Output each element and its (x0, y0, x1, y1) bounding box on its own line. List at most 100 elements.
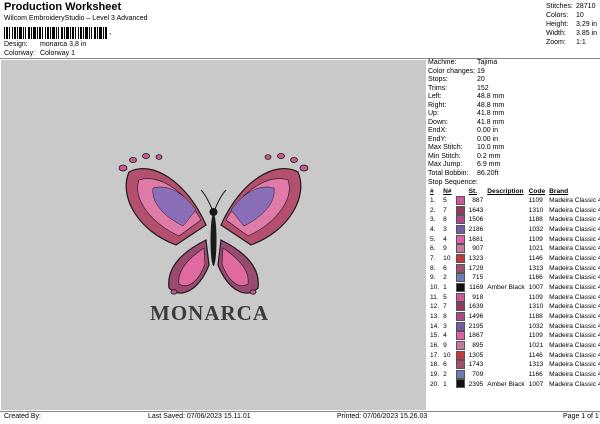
thread-code: 1166 (528, 274, 543, 282)
table-row: 18. 6 1743 1313 Madeira Classic 40 (428, 360, 600, 370)
needle-number: 10 (443, 351, 451, 359)
thread-description (485, 370, 526, 380)
needle-number: 1 (443, 284, 447, 292)
stop-number: 17. (430, 351, 440, 359)
color-swatch (454, 350, 467, 361)
column-header (454, 187, 467, 196)
thread-brand: Madeira Classic 40 (549, 332, 600, 340)
thread-color-swatch (455, 224, 465, 234)
stitch-count: 1743 (468, 361, 484, 369)
spec-row: Color changes: 19 (428, 67, 485, 75)
color-swatch (454, 321, 467, 332)
table-row: 14. 3 2195 1032 Madeira Classic 40 (428, 321, 600, 332)
thread-code: 1188 (528, 313, 543, 320)
thread-code: 1109 (528, 197, 543, 205)
colorway-row: Colorway: Colorway 1 (4, 50, 75, 57)
spec-row: Min Stitch: 0.2 mm (428, 152, 501, 160)
thread-brand: Madeira Classic 40 (549, 293, 600, 301)
design-preview (1, 60, 426, 410)
thread-description: Amber Black (487, 380, 525, 388)
needle-number: 2 (443, 274, 447, 282)
needle-number: 5 (443, 293, 447, 301)
thread-description (485, 235, 526, 245)
thread-description (485, 331, 526, 341)
spec-row: Right: 48.8 mm (428, 101, 505, 109)
thread-description (485, 215, 526, 225)
worksheet-title: Production Worksheet (4, 1, 122, 13)
stop-sequence-table: # N# St. Description Code Brand 1. 5 887 11… (428, 187, 600, 389)
stitch-count: 2395 (468, 380, 484, 388)
thread-color-swatch (455, 253, 465, 263)
color-swatch (454, 369, 467, 380)
stitch-count: 1506 (468, 216, 484, 224)
stitch-count: 1729 (468, 264, 484, 272)
stop-number: 16. (430, 341, 440, 349)
thread-description (485, 225, 526, 235)
needle-number: 7 (443, 303, 447, 311)
needle-number: 6 (443, 264, 447, 272)
design-text: MONARCA (150, 301, 269, 325)
thread-code: 1146 (528, 255, 543, 263)
thread-code: 1109 (528, 332, 543, 340)
thread-description (485, 360, 526, 370)
barcode (4, 27, 107, 39)
summary-row: Colors: 10 (546, 12, 584, 19)
table-row: 15. 4 1867 1109 Madeira Classic 40 (428, 331, 600, 341)
stop-number: 11. (430, 293, 439, 301)
thread-code: 1007 (528, 380, 544, 388)
thread-code: 1166 (528, 370, 543, 378)
thread-brand: Madeira Classic 40 (549, 370, 600, 378)
stop-number: 18. (430, 361, 440, 369)
table-row: 4. 3 2186 1032 Madeira Classic 40 (428, 224, 600, 235)
design-summary: Stitches: 28710 Colors: 10 Height: 3.29 in … (546, 2, 597, 47)
thread-description (485, 273, 526, 283)
info-panel: Machine: Tajima Color changes: 19 Stops: 20… (428, 59, 600, 389)
needle-number: 1 (443, 380, 447, 388)
thread-brand: Madeira Classic 40 (549, 341, 600, 349)
table-row: 2. 7 1643 1310 Madeira Classic 40 (428, 205, 600, 216)
stop-number: 8. (430, 264, 436, 272)
table-row: 1. 5 887 1109 Madeira Classic 40 (428, 196, 600, 206)
thread-brand: Madeira Classic 40 (549, 235, 600, 243)
thread-color-swatch (455, 273, 465, 283)
thread-color-swatch (455, 244, 465, 254)
spec-row: Up: 41.8 mm (428, 110, 505, 117)
thread-brand: Madeira Classic 40 (549, 264, 600, 272)
spec-row: Machine: Tajima (428, 59, 498, 66)
needle-number: 3 (443, 322, 447, 330)
table-row: 17. 10 1305 1146 Madeira Classic 40 (428, 350, 600, 361)
thread-description (485, 264, 526, 274)
thread-brand: Madeira Classic 40 (549, 226, 600, 234)
thread-description (485, 206, 526, 216)
software-name: Wilcom EmbroideryStudio – Level 3 Advanc… (4, 15, 148, 22)
thread-code: 1007 (528, 284, 544, 292)
thread-description (485, 302, 526, 312)
stop-number: 12. (430, 303, 440, 311)
color-swatch (454, 379, 467, 389)
colorway-value: Colorway 1 (39, 50, 75, 57)
spec-row: Down: 41.8 mm (428, 118, 505, 126)
colorway-label: Colorway: (4, 50, 36, 57)
thread-code: 1313 (528, 264, 544, 272)
color-swatch (454, 282, 467, 293)
needle-number: 5 (443, 197, 447, 205)
summary-row: Width: 3.85 in (546, 30, 598, 37)
spec-row: Total Bobbin: 86.20ft (428, 169, 499, 177)
thread-brand: Madeira Classic 40 (549, 274, 600, 282)
stitch-count: 1305 (468, 351, 484, 359)
thread-description (485, 293, 526, 303)
thread-code: 1032 (528, 226, 544, 234)
needle-number: 4 (443, 332, 447, 340)
stitch-count: 715 (472, 274, 484, 282)
thread-brand: Madeira Classic 40 (549, 313, 600, 320)
thread-color-swatch (455, 215, 465, 225)
thread-description (485, 322, 526, 332)
thread-color-swatch (455, 340, 465, 350)
stop-number: 6. (430, 245, 436, 253)
stop-number: 10. (430, 284, 440, 292)
thread-code: 1032 (528, 322, 544, 330)
needle-number: 8 (443, 216, 447, 224)
spec-row: Trims: 152 (428, 84, 489, 92)
page-number: Page 1 of 1 (563, 413, 599, 420)
stitch-count: 709 (472, 370, 484, 378)
